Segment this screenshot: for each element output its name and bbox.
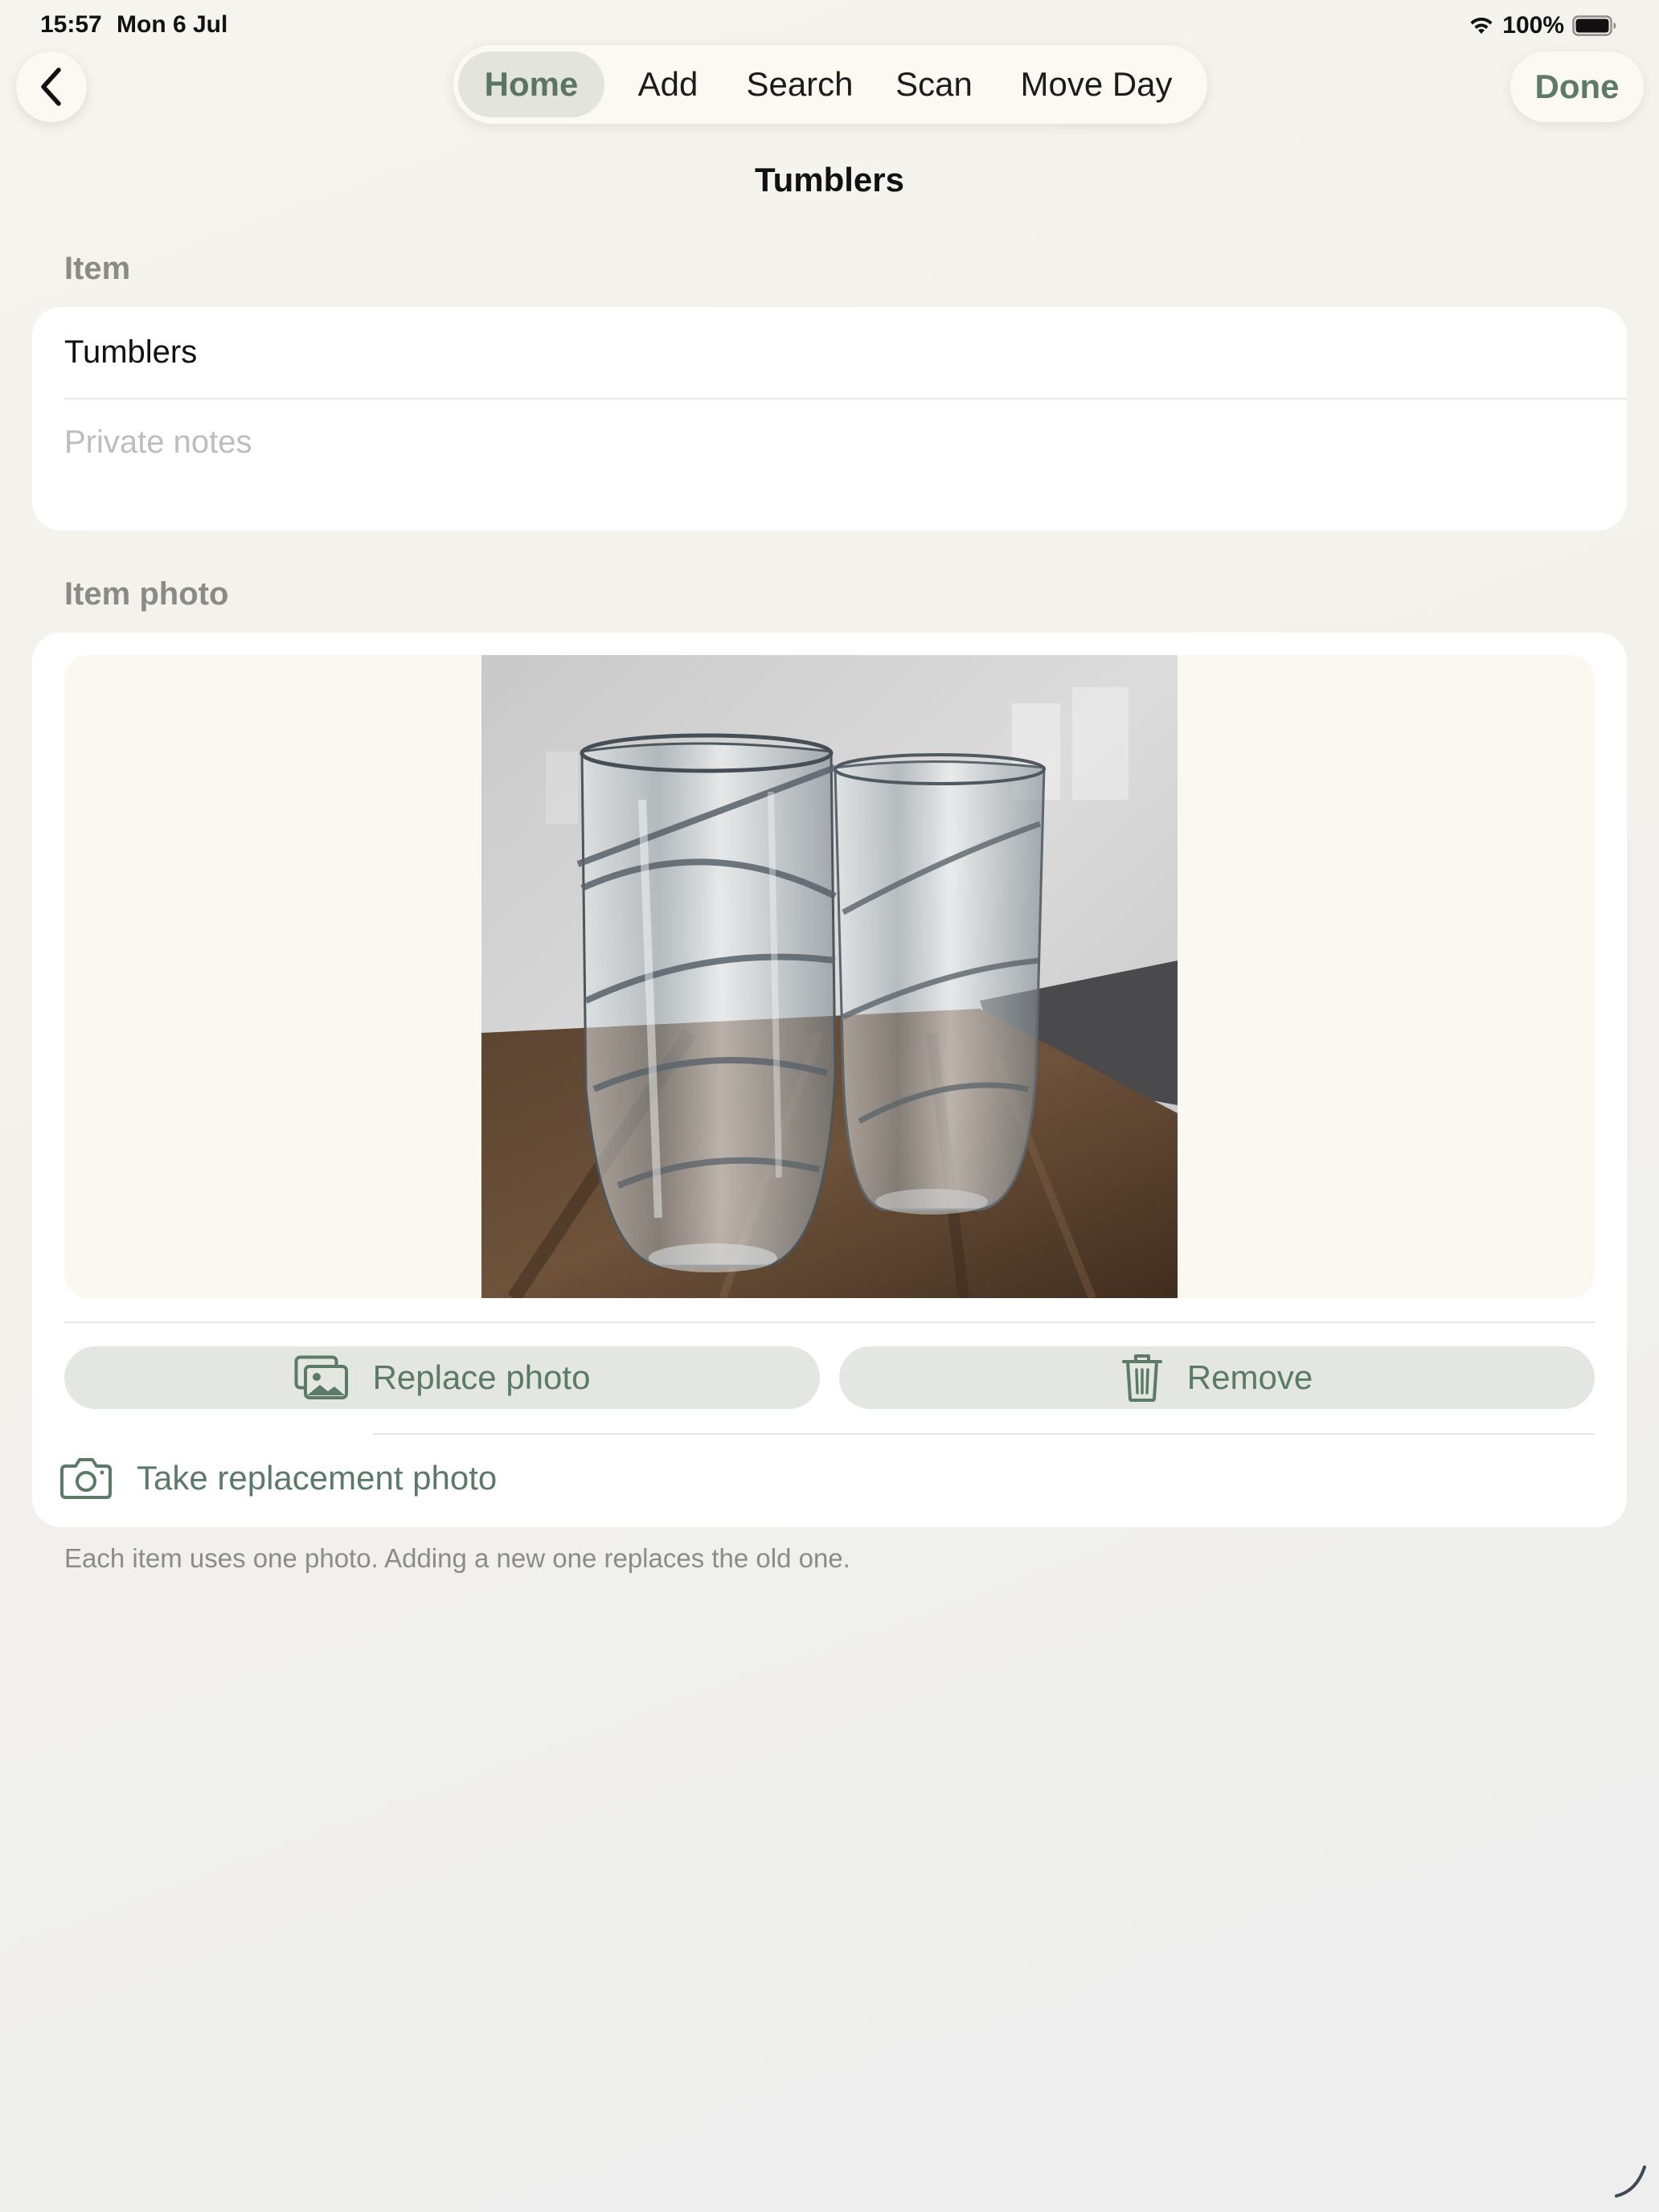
replace-photo-label: Replace photo [372,1358,591,1396]
item-photo-card: Replace photo Remove Take replacement ph… [32,633,1627,1527]
tab-add[interactable]: Add [612,51,723,117]
resize-handle-icon[interactable] [1612,2162,1649,2199]
divider [64,1321,1595,1323]
item-name-field[interactable]: Tumblers [64,334,1591,371]
photos-icon [294,1355,348,1399]
photo-well [64,655,1595,1298]
wifi-icon [1470,17,1493,34]
back-button[interactable] [16,51,87,122]
two-crystal-tumblers-photo [481,655,1178,1298]
status-indicators: 100% [1469,10,1617,41]
status-time: 15:57 [40,11,102,38]
battery-icon [1572,15,1616,36]
done-button[interactable]: Done [1510,51,1644,122]
take-replacement-photo-button[interactable]: Take replacement photo [59,1454,497,1502]
status-date: Mon 6 Jul [117,11,228,38]
item-photo-section-label: Item photo [64,576,229,612]
divider [373,1433,1595,1435]
photo-footnote: Each item uses one photo. Adding a new o… [64,1543,850,1573]
take-replacement-photo-label: Take replacement photo [137,1459,498,1497]
private-notes-field[interactable]: Private notes [64,424,1591,461]
tab-search[interactable]: Search [731,51,868,117]
camera-icon [60,1458,112,1499]
tab-move-day[interactable]: Move Day [1000,51,1193,117]
chevron-left-icon [41,68,61,106]
remove-photo-label: Remove [1186,1358,1313,1396]
item-section-label: Item [64,251,131,286]
tab-home[interactable]: Home [458,51,604,117]
item-card: Tumblers Private notes [32,307,1627,530]
remove-photo-button[interactable]: Remove [839,1346,1595,1409]
replace-photo-button[interactable]: Replace photo [64,1346,820,1409]
battery-percentage: 100% [1502,12,1564,39]
tab-bar: Home Add Search Scan Move Day [453,45,1207,124]
page-title: Tumblers [755,161,904,199]
tab-scan[interactable]: Scan [876,51,992,117]
trash-icon [1121,1354,1162,1402]
divider [64,398,1627,399]
